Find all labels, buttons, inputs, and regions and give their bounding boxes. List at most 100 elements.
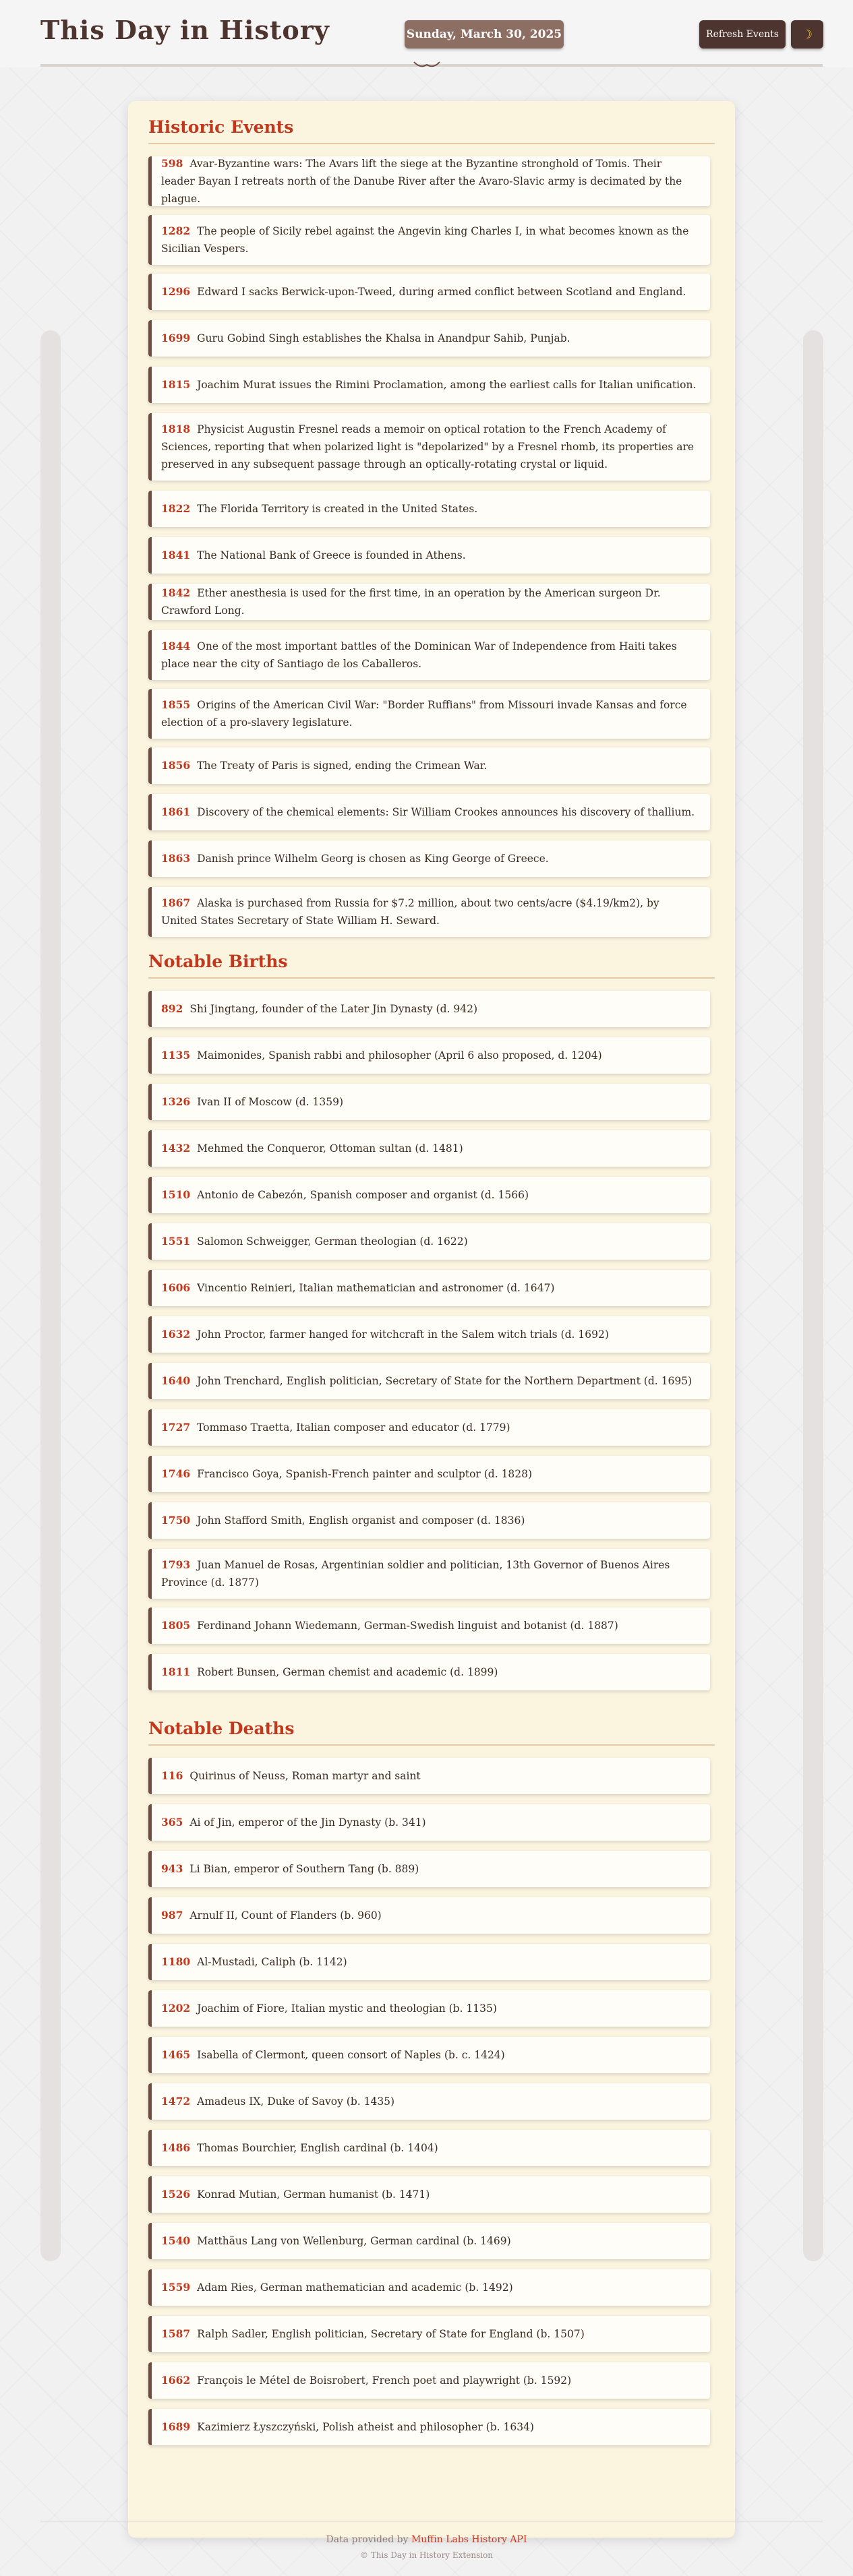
death-text: Ai of Jin, emperor of the Jin Dynasty (b… — [189, 1816, 426, 1829]
death-card: 1662 François le Métel de Boisrobert, Fre… — [148, 2362, 710, 2399]
death-year: 1180 — [161, 1955, 191, 1968]
birth-year: 892 — [161, 1002, 183, 1015]
death-text: Matthäus Lang von Wellenburg, German car… — [197, 2235, 511, 2247]
event-text: Danish prince Wilhelm Georg is chosen as… — [197, 853, 549, 865]
event-card: 1282 The people of Sicily rebel against t… — [148, 215, 710, 265]
event-year: 598 — [161, 157, 183, 170]
birth-text: Robert Bunsen, German chemist and academ… — [197, 1666, 498, 1678]
birth-card: 1135 Maimonides, Spanish rabbi and philos… — [148, 1037, 710, 1074]
death-text: Joachim of Fiore, Italian mystic and the… — [197, 2002, 497, 2015]
event-text: Ether anesthesia is used for the first t… — [161, 587, 661, 617]
birth-card: 1551 Salomon Schweigger, German theologia… — [148, 1223, 710, 1260]
death-text: Thomas Bourchier, English cardinal (b. 1… — [197, 2142, 438, 2154]
app-title: This Day in History — [40, 15, 330, 45]
section-title-deaths: Notable Deaths — [148, 1719, 295, 1738]
event-text: Origins of the American Civil War: "Bord… — [161, 699, 687, 729]
event-year: 1867 — [161, 896, 191, 909]
birth-year: 1805 — [161, 1619, 191, 1632]
event-card: 1296 Edward I sacks Berwick-upon-Tweed, d… — [148, 274, 710, 310]
event-card: 1856 The Treaty of Paris is signed, endin… — [148, 747, 710, 784]
birth-card: 1750 John Stafford Smith, English organis… — [148, 1502, 710, 1539]
event-text: Joachim Murat issues the Rimini Proclama… — [197, 379, 697, 391]
event-text: The people of Sicily rebel against the A… — [161, 225, 689, 255]
death-year: 1465 — [161, 2048, 191, 2061]
death-year: 987 — [161, 1909, 183, 1922]
footer-credit: Data provided by Muffin Labs History API — [0, 2534, 853, 2545]
birth-year: 1811 — [161, 1665, 191, 1678]
footer-copyright: © This Day in History Extension — [359, 2550, 494, 2560]
death-year: 1662 — [161, 2374, 191, 2387]
event-card: 1867 Alaska is purchased from Russia for … — [148, 887, 710, 937]
death-year: 1486 — [161, 2141, 191, 2154]
death-text: Li Bian, emperor of Southern Tang (b. 88… — [189, 1863, 419, 1875]
event-card: 1815 Joachim Murat issues the Rimini Proc… — [148, 367, 710, 403]
event-card: 1844 One of the most important battles of… — [148, 630, 710, 680]
birth-year: 1606 — [161, 1281, 191, 1294]
birth-text: Maimonides, Spanish rabbi and philosophe… — [197, 1049, 602, 1062]
birth-year: 1746 — [161, 1467, 191, 1480]
section-divider — [148, 977, 715, 979]
birth-card: 1727 Tommaso Traetta, Italian composer an… — [148, 1409, 710, 1446]
theme-toggle-button[interactable]: ☽ — [791, 20, 823, 49]
death-text: Isabella of Clermont, queen consort of N… — [197, 2049, 505, 2061]
event-text: The Florida Territory is created in the … — [197, 503, 478, 515]
birth-year: 1793 — [161, 1558, 191, 1571]
death-card: 1180 Al-Mustadi, Caliph (b. 1142) — [148, 1944, 710, 1980]
section-divider — [148, 143, 715, 144]
section-title-events: Historic Events — [148, 117, 294, 137]
birth-card: 1606 Vincentio Reinieri, Italian mathemat… — [148, 1270, 710, 1306]
footer-credit-text: Data provided by — [326, 2534, 409, 2545]
header-ornament — [413, 61, 440, 67]
history-panel: Historic Events 598 Avar-Byzantine wars: … — [128, 101, 735, 2538]
birth-year: 1432 — [161, 1142, 191, 1155]
event-card: 1841 The National Bank of Greece is found… — [148, 537, 710, 574]
api-credit-link[interactable]: Muffin Labs History API — [411, 2534, 527, 2545]
birth-card: 1640 John Trenchard, English politician, … — [148, 1363, 710, 1399]
death-text: Amadeus IX, Duke of Savoy (b. 1435) — [197, 2095, 395, 2108]
event-card: 1822 The Florida Territory is created in … — [148, 491, 710, 527]
event-text: Physicist Augustin Fresnel reads a memoi… — [161, 423, 695, 470]
birth-text: Antonio de Cabezón, Spanish composer and… — [197, 1189, 529, 1201]
section-title-births: Notable Births — [148, 952, 288, 971]
birth-year: 1632 — [161, 1328, 191, 1341]
death-text: Arnulf II, Count of Flanders (b. 960) — [189, 1909, 382, 1922]
birth-card: 1793 Juan Manuel de Rosas, Argentinian so… — [148, 1549, 710, 1599]
death-card: 116 Quirinus of Neuss, Roman martyr and s… — [148, 1758, 710, 1794]
event-text: One of the most important battles of the… — [161, 640, 677, 670]
death-card: 1526 Konrad Mutian, German humanist (b. 1… — [148, 2176, 710, 2213]
event-year: 1863 — [161, 852, 191, 865]
birth-text: Mehmed the Conqueror, Ottoman sultan (d.… — [197, 1142, 463, 1155]
death-year: 1526 — [161, 2188, 191, 2201]
death-year: 1202 — [161, 2002, 191, 2015]
right-scroll-rail — [803, 330, 823, 2261]
event-card: 598 Avar-Byzantine wars: The Avars lift t… — [148, 156, 710, 206]
death-text: Konrad Mutian, German humanist (b. 1471) — [197, 2188, 430, 2201]
birth-text: Ferdinand Johann Wiedemann, German-Swedi… — [197, 1620, 618, 1632]
moon-icon: ☽ — [801, 27, 813, 41]
death-card: 1202 Joachim of Fiore, Italian mystic and… — [148, 1990, 710, 2027]
current-date: Sunday, March 30, 2025 — [405, 20, 564, 49]
death-text: Al-Mustadi, Caliph (b. 1142) — [197, 1956, 347, 1968]
death-card: 943 Li Bian, emperor of Southern Tang (b.… — [148, 1851, 710, 1887]
death-text: Kazimierz Łyszczyński, Polish atheist an… — [197, 2421, 534, 2433]
refresh-events-button[interactable]: Refresh Events — [699, 20, 786, 49]
event-card: 1863 Danish prince Wilhelm Georg is chose… — [148, 840, 710, 877]
event-year: 1844 — [161, 640, 191, 652]
birth-text: John Trenchard, English politician, Secr… — [197, 1375, 693, 1387]
death-text: Adam Ries, German mathematician and acad… — [197, 2281, 513, 2294]
birth-text: Tommaso Traetta, Italian composer and ed… — [197, 1421, 510, 1434]
death-year: 1472 — [161, 2095, 191, 2108]
event-card: 1699 Guru Gobind Singh establishes the Kh… — [148, 320, 710, 357]
death-year: 943 — [161, 1862, 183, 1875]
event-year: 1815 — [161, 378, 191, 391]
birth-text: Ivan II of Moscow (d. 1359) — [197, 1096, 344, 1108]
event-text: Alaska is purchased from Russia for $7.2… — [161, 897, 659, 927]
birth-text: Vincentio Reinieri, Italian mathematicia… — [197, 1282, 555, 1294]
birth-card: 1805 Ferdinand Johann Wiedemann, German-S… — [148, 1607, 710, 1644]
birth-text: Salomon Schweigger, German theologian (d… — [197, 1235, 468, 1248]
event-year: 1822 — [161, 502, 191, 515]
death-card: 1465 Isabella of Clermont, queen consort … — [148, 2037, 710, 2073]
birth-card: 1432 Mehmed the Conqueror, Ottoman sultan… — [148, 1130, 710, 1167]
birth-card: 1746 Francisco Goya, Spanish-French paint… — [148, 1456, 710, 1492]
death-text: François le Métel de Boisrobert, French … — [197, 2374, 572, 2387]
